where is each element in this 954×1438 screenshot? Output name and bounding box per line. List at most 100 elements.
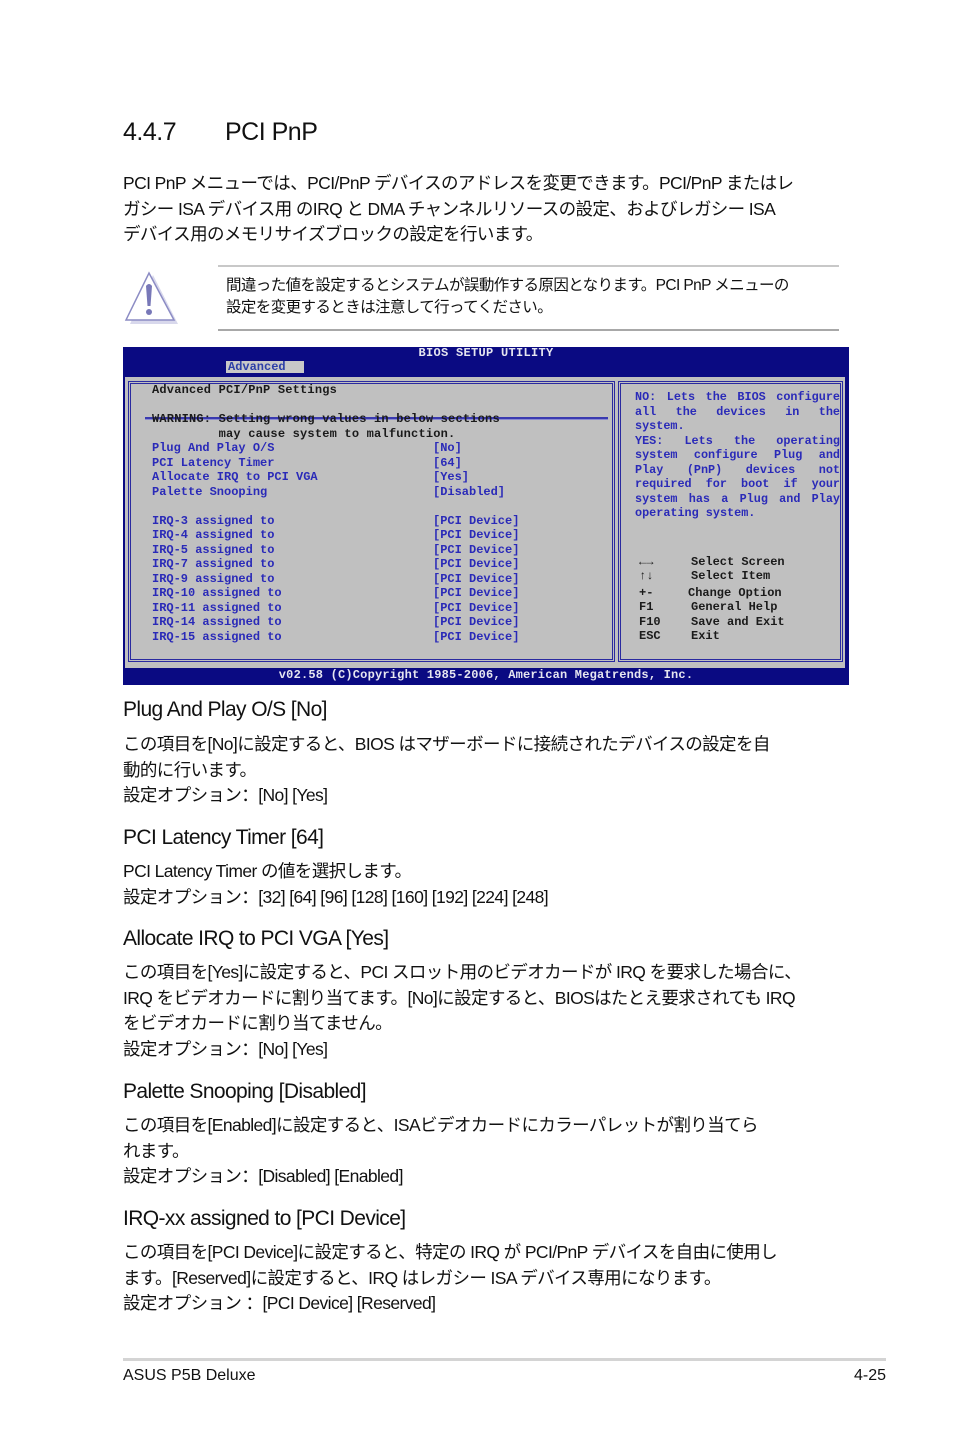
option-line: 設定オプション：[32] [64] [96] [128] [160] [192]… [123,886,549,907]
key-label: F10 [639,614,661,629]
body-line: この項目を[Enabled]に設定すると、ISAビデオカードにカラーパレットが割… [123,1115,758,1135]
setting-plug-and-play-os[interactable]: Plug And Play O/S [No] [152,441,462,455]
setting-allocate-irq-vga[interactable]: Allocate IRQ to PCI VGA [Yes] [152,470,469,484]
item-body-pci-latency: PCI Latency Timer の値を選択します。 設定オプション：[32]… [123,859,843,910]
body-line: IRQ をビデオカードに割り当てます。[No]に設定すると、BIOSはたとえ要求… [123,987,796,1008]
section-number: 4.4.7 [123,118,177,146]
item-heading-allocate-irq: Allocate IRQ to PCI VGA [Yes] [123,927,389,950]
item-body-plug-and-play: この項目を[No]に設定すると、BIOS はマザーボードに接続されたデバイスの設… [123,732,843,809]
body-line: 動的に行います。 [123,759,257,780]
setting-value[interactable]: [No] [433,441,462,455]
warning-line: WARNING: Setting wrong values in below s… [152,412,500,426]
setting-value[interactable]: [PCI Device] [433,601,519,615]
left-right-arrows-icon: ←→ [639,555,654,569]
setting-label: PCI Latency Timer [152,455,275,470]
setting-label: IRQ-9 assigned to [152,571,275,586]
setting-value[interactable]: [Yes] [433,470,469,484]
setting-value[interactable]: [Disabled] [433,485,505,499]
caution-note: 間違った値を設定するとシステムが誤動作する原因となります。PCI PnP メニュ… [218,265,839,331]
option-line: 設定オプション：[Disabled] [Enabled] [123,1166,403,1186]
option-line: 設定オプション ：[PCI Device] [Reserved] [123,1293,436,1313]
setting-label: IRQ-3 assigned to [152,513,275,528]
option-line: 設定オプション：[No] [Yes] [123,785,328,805]
item-heading-plug-and-play: Plug And Play O/S [No] [123,698,328,721]
body-line: この項目を[PCI Device]に設定すると、特定の IRQ が PCI/Pn… [123,1242,778,1262]
option-line: 設定オプション：[No] [Yes] [123,1038,328,1059]
bios-screenshot: BIOS SETUP UTILITY Advanced Advanced PCI… [123,347,849,685]
tab-advanced[interactable]: Advanced [226,361,304,373]
help-line: YES: Lets the operating system configure… [635,433,840,521]
setting-value[interactable]: [PCI Device] [433,514,519,528]
key-desc: General Help [691,600,778,615]
setting-irq-14[interactable]: IRQ-14 assigned to [PCI Device] [152,615,519,629]
footer-divider [123,1358,886,1361]
setting-value[interactable]: [PCI Device] [433,630,519,644]
setting-value[interactable]: [PCI Device] [433,543,519,557]
intro-line: PCI PnP メニューでは、PCI/PnP デバイスのアドレスを変更できます。… [123,173,794,193]
warning-triangle-icon [124,271,178,324]
setting-label: IRQ-7 assigned to [152,557,275,571]
setting-label: IRQ-5 assigned to [152,542,275,557]
note-line: 間違った値を設定するとシステムが誤動作する原因となります。PCI PnP メニュ… [226,277,789,294]
up-down-arrows-icon: ↑↓ [639,569,654,584]
setting-label: Plug And Play O/S [152,441,275,455]
key-label: ESC [639,628,661,643]
manual-page: 4.4.7 PCI PnP PCI PnP メニューでは、PCI/PnP デバイス… [0,0,954,1438]
section-title: 4.4.7 PCI PnP [123,116,318,148]
setting-value[interactable]: [PCI Device] [433,572,519,586]
setting-palette-snooping[interactable]: Palette Snooping [Disabled] [152,484,505,499]
key-desc: Save and Exit [691,614,785,629]
item-body-palette-snooping: この項目を[Enabled]に設定すると、ISAビデオカードにカラーパレットが割… [123,1113,843,1190]
help-line: NO: Lets the BIOS configure all the devi… [635,390,840,433]
setting-value[interactable]: [PCI Device] [433,557,519,571]
warning-line: may cause system to malfunction. [152,426,456,441]
body-line: れます。 [123,1140,189,1161]
body-line: PCI Latency Timer の値を選択します。 [123,861,412,881]
panel-title: Advanced PCI/PnP Settings [152,383,338,397]
footer-page-number: 4-25 [853,1367,886,1384]
setting-irq-5[interactable]: IRQ-5 assigned to [PCI Device] [152,542,519,557]
intro-line: ガシー ISA デバイス用 のIRQ と DMA チャンネルリソースの設定、およ… [123,198,776,219]
body-line: をビデオカードに割り当てません。 [123,1013,393,1033]
setting-irq-7[interactable]: IRQ-7 assigned to [PCI Device] [152,557,519,571]
intro-line: デバイス用のメモリサイズブロックの設定を行います。 [123,224,543,244]
bios-copyright: v02.58 (C)Copyright 1985-2006, American … [278,668,694,682]
setting-label: IRQ-10 assigned to [152,586,282,600]
footer-product: ASUS P5B Deluxe [123,1367,256,1384]
setting-value[interactable]: [64] [433,456,462,470]
setting-label: IRQ-4 assigned to [152,528,275,542]
bios-body: Advanced PCI/PnP Settings WARNING: Setti… [125,377,845,668]
setting-value[interactable]: [PCI Device] [433,615,519,629]
item-body-allocate-irq: この項目を[Yes]に設定すると、PCI スロット用のビデオカードが IRQ を… [123,960,843,1062]
setting-irq-9[interactable]: IRQ-9 assigned to [PCI Device] [152,571,519,586]
key-label: +- [639,585,654,600]
note-line: 設定を変更するときは注意して行ってください。 [226,299,553,316]
setting-irq-15[interactable]: IRQ-15 assigned to [PCI Device] [152,629,519,644]
setting-label: IRQ-15 assigned to [152,629,282,644]
key-label: F1 [639,600,654,615]
setting-label: Allocate IRQ to PCI VGA [152,470,318,484]
body-line: この項目を[No]に設定すると、BIOS はマザーボードに接続されたデバイスの設… [123,734,770,754]
intro-paragraph: PCI PnP メニューでは、PCI/PnP デバイスのアドレスを変更できます。… [123,171,843,248]
item-heading-palette-snooping: Palette Snooping [Disabled] [123,1080,367,1103]
bios-title: BIOS SETUP UTILITY [418,346,554,360]
body-line: この項目を[Yes]に設定すると、PCI スロット用のビデオカードが IRQ を… [123,962,802,982]
setting-irq-10[interactable]: IRQ-10 assigned to [PCI Device] [152,586,519,600]
key-desc: Change Option [688,585,782,600]
setting-pci-latency-timer[interactable]: PCI Latency Timer [64] [152,455,462,470]
section-heading: PCI PnP [225,118,318,146]
body-line: ます。[Reserved]に設定すると、IRQ はレガシー ISA デバイス専用… [123,1267,721,1288]
setting-label: IRQ-11 assigned to [152,600,282,615]
setting-label: IRQ-14 assigned to [152,615,282,629]
setting-value[interactable]: [PCI Device] [433,586,519,600]
key-desc: Select Item [691,569,771,584]
key-desc: Select Screen [691,555,785,569]
setting-value[interactable]: [PCI Device] [433,528,519,542]
key-desc: Exit [691,628,720,643]
setting-label: Palette Snooping [152,484,268,499]
setting-irq-4[interactable]: IRQ-4 assigned to [PCI Device] [152,528,519,542]
setting-irq-3[interactable]: IRQ-3 assigned to [PCI Device] [152,513,519,528]
help-text: NO: Lets the BIOS configure all the devi… [635,390,840,521]
setting-irq-11[interactable]: IRQ-11 assigned to [PCI Device] [152,600,519,615]
item-heading-pci-latency: PCI Latency Timer [64] [123,826,324,849]
